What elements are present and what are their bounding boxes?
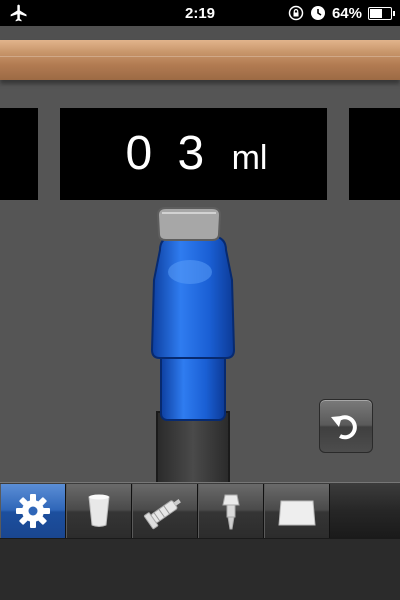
bottle-neck [160, 349, 226, 421]
toolbar-dropper-button[interactable] [198, 484, 264, 538]
toolbar-cup-button[interactable] [66, 484, 132, 538]
undo-icon [331, 415, 357, 440]
syringe-icon [143, 499, 181, 530]
cup-icon [88, 494, 110, 527]
bottom-area [0, 539, 400, 600]
toolbar-settings-button[interactable] [0, 484, 66, 538]
undo-button[interactable] [319, 399, 373, 453]
tray-icon [278, 500, 316, 526]
bottle-body [150, 235, 236, 359]
gear-icon [16, 494, 50, 528]
toolbar-tray-button[interactable] [264, 484, 330, 538]
dropper-icon [222, 494, 240, 530]
bottom-toolbar [0, 482, 400, 539]
bottle-stand [156, 411, 230, 485]
toolbar-syringe-button[interactable] [132, 484, 198, 538]
